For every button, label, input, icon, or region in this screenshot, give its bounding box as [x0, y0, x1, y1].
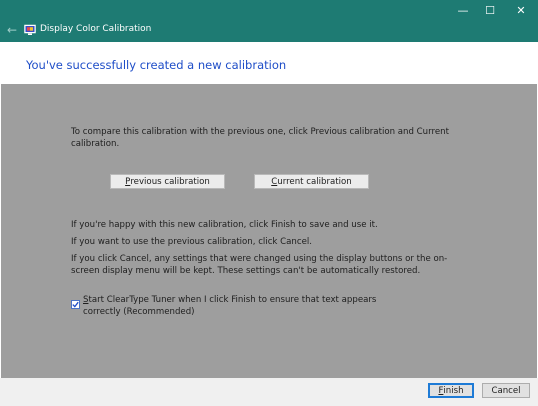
checkmark-icon	[72, 301, 79, 308]
page-title: You've successfully created a new calibr…	[26, 58, 287, 72]
close-button[interactable]: ✕	[504, 0, 538, 20]
app-title: Display Color Calibration	[40, 24, 152, 34]
page-header: You've successfully created a new calibr…	[0, 42, 538, 84]
cancel-info-text: If you want to use the previous calibrat…	[71, 237, 312, 247]
footer-bar: Finish Cancel	[0, 378, 538, 406]
previous-calibration-button[interactable]: Previous calibration	[110, 174, 225, 189]
finish-button[interactable]: Finish	[428, 383, 474, 398]
finish-info-text: If you're happy with this new calibratio…	[71, 220, 378, 230]
cancel-button[interactable]: Cancel	[482, 383, 530, 398]
display-icon	[24, 24, 36, 35]
nav-bar: ← Display Color Calibration	[0, 20, 538, 42]
current-calibration-label: urrent calibration	[277, 176, 352, 187]
title-bar: — ☐ ✕	[0, 0, 538, 20]
close-icon: ✕	[516, 3, 526, 17]
cancel-warning-text: If you click Cancel, any settings that w…	[71, 254, 448, 276]
minimize-icon: —	[457, 3, 469, 17]
cancel-label: Cancel	[491, 385, 521, 396]
maximize-button[interactable]: ☐	[473, 0, 507, 20]
maximize-icon: ☐	[485, 3, 495, 17]
main-content: To compare this calibration with the pre…	[1, 84, 537, 378]
back-arrow-icon[interactable]: ←	[6, 22, 18, 38]
current-calibration-button[interactable]: Current calibration	[254, 174, 369, 189]
cleartype-label-text: tart ClearType Tuner when I click Finish…	[83, 295, 377, 317]
previous-calibration-label: revious calibration	[130, 176, 210, 187]
cleartype-checkbox[interactable]	[71, 300, 80, 309]
finish-label: inish	[443, 385, 464, 396]
cleartype-checkbox-label[interactable]: Start ClearType Tuner when I click Finis…	[83, 294, 413, 318]
compare-instructions: To compare this calibration with the pre…	[71, 127, 449, 149]
